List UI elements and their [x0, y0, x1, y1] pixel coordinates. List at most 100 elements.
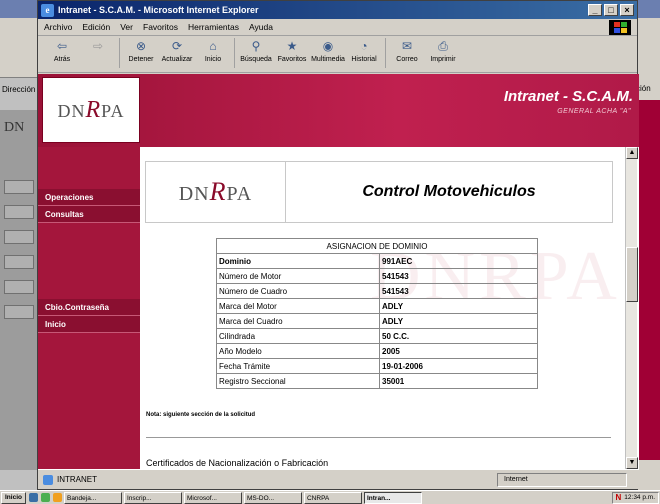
- sidebar-item-inicio[interactable]: Inicio: [38, 316, 140, 333]
- page-logo-text: DNRPA: [178, 177, 253, 206]
- stop-label: Detener: [128, 56, 154, 63]
- print-icon: ⎙: [438, 38, 448, 53]
- scroll-thumb[interactable]: [626, 247, 638, 302]
- row-value: 541543: [379, 268, 538, 284]
- search-button[interactable]: ⚲ Búsqueda: [238, 38, 274, 63]
- background-button: [4, 230, 34, 244]
- page-title-box: DNRPA Control Motovehiculos: [145, 161, 613, 223]
- start-button[interactable]: Inicio: [1, 491, 26, 504]
- quicklaunch-desktop-icon[interactable]: [40, 493, 50, 502]
- menu-ayuda[interactable]: Ayuda: [249, 22, 273, 32]
- page-content: DNRPA Intranet - S.C.A.M. GENERAL ACHA "…: [38, 74, 639, 469]
- dnrpa-logo[interactable]: DNRPA: [42, 77, 140, 143]
- stop-icon: ⊗: [135, 39, 147, 53]
- sidebar-item-consultas[interactable]: Consultas: [38, 206, 140, 223]
- row-value: ADLY: [379, 313, 538, 329]
- row-label: Marca del Cuadro: [216, 313, 380, 329]
- stop-button[interactable]: ⊗ Detener: [123, 38, 159, 63]
- row-value: 50 C.C.: [379, 328, 538, 344]
- row-label: Número de Motor: [216, 268, 380, 284]
- sidebar-item-cambio-contrasena[interactable]: Cbio.Contraseña: [38, 299, 140, 316]
- menu-herramientas[interactable]: Herramientas: [188, 22, 239, 32]
- home-icon: ⌂: [209, 39, 217, 53]
- taskbar-item[interactable]: Bandeja...: [63, 491, 122, 504]
- close-button[interactable]: ×: [620, 4, 634, 16]
- forward-icon: ⇨: [92, 39, 104, 53]
- quicklaunch-outlook-icon[interactable]: [52, 493, 62, 502]
- forward-button[interactable]: ⇨: [80, 38, 116, 56]
- status-left: INTRANET: [43, 474, 97, 485]
- status-bar: INTRANET Internet: [38, 469, 639, 489]
- menu-archivo[interactable]: Archivo: [44, 22, 72, 32]
- row-value: 991AEC: [379, 253, 538, 269]
- browser-window: e Intranet - S.C.A.M. - Microsoft Intern…: [37, 0, 639, 490]
- sidebar-item-operaciones[interactable]: Operaciones: [38, 189, 140, 206]
- divider: [146, 437, 611, 438]
- tray-n-icon[interactable]: N: [616, 493, 622, 502]
- back-button[interactable]: ⇦ Atrás: [44, 38, 80, 63]
- background-button: [4, 180, 34, 194]
- history-button[interactable]: ◔ Historial: [346, 38, 382, 63]
- background-button: [4, 255, 34, 269]
- row-value: ADLY: [379, 298, 538, 314]
- menu-favoritos[interactable]: Favoritos: [143, 22, 178, 32]
- media-button[interactable]: ◉ Multimedia: [310, 38, 346, 63]
- table-row: Número de Cuadro 541543: [216, 283, 538, 299]
- history-icon: ◔: [360, 39, 368, 53]
- print-button[interactable]: ⎙ Imprimir: [425, 38, 461, 64]
- search-icon: ⚲: [251, 39, 261, 53]
- quicklaunch-ie-icon[interactable]: [28, 493, 38, 502]
- maximize-button[interactable]: □: [604, 4, 618, 16]
- assignment-table: ASIGNACION DE DOMINIO Dominio 991AEC Núm…: [216, 238, 538, 389]
- favorites-label: Favoritos: [277, 56, 307, 63]
- mail-label: Correo: [396, 56, 418, 63]
- site-subtitle: GENERAL ACHA "A": [557, 108, 631, 115]
- refresh-icon: ⟳: [171, 39, 183, 53]
- media-icon: ◉: [322, 39, 334, 53]
- table-header-row: ASIGNACION DE DOMINIO: [216, 238, 538, 254]
- toolbar-separator: [385, 38, 386, 68]
- row-label: Dominio: [216, 253, 380, 269]
- search-label: Búsqueda: [240, 56, 272, 63]
- standard-toolbar: ⇦ Atrás ⇨ ⊗ Detener ⟳ Actualizar ⌂ Inici…: [38, 36, 637, 73]
- menu-ver[interactable]: Ver: [120, 22, 133, 32]
- window-titlebar[interactable]: e Intranet - S.C.A.M. - Microsoft Intern…: [38, 1, 637, 19]
- taskbar-item[interactable]: Microsof...: [183, 491, 242, 504]
- home-button[interactable]: ⌂ Inicio: [195, 38, 231, 63]
- minimize-button[interactable]: _: [588, 4, 602, 16]
- favorites-button[interactable]: ★ Favoritos: [274, 38, 310, 63]
- vertical-scrollbar[interactable]: ▲ ▼: [625, 147, 638, 469]
- background-window-left: Dirección DN: [0, 0, 40, 490]
- table-row: Registro Seccional 35001: [216, 373, 538, 389]
- taskbar-item[interactable]: MS-DO...: [243, 491, 302, 504]
- refresh-button[interactable]: ⟳ Actualizar: [159, 38, 195, 63]
- back-icon: ⇦: [56, 39, 68, 53]
- row-value: 2005: [379, 343, 538, 359]
- security-zone: Internet: [497, 473, 627, 487]
- media-label: Multimedia: [311, 56, 345, 63]
- background-button: [4, 205, 34, 219]
- mail-icon: ✉: [401, 39, 413, 53]
- taskbar-item-active[interactable]: Intran...: [363, 491, 422, 504]
- page-status-icon: [43, 474, 53, 485]
- scroll-up-icon[interactable]: ▲: [626, 147, 638, 159]
- taskbar-item[interactable]: Inscrip...: [123, 491, 182, 504]
- ie-logo-icon: e: [41, 3, 54, 17]
- scroll-down-icon[interactable]: ▼: [626, 457, 638, 469]
- page-logo: DNRPA: [146, 162, 286, 222]
- print-label: Imprimir: [430, 56, 456, 63]
- main-panel: DNRPA DNRPA Control Motovehiculos ASIGNA…: [140, 147, 625, 469]
- mail-button[interactable]: ✉ Correo: [389, 38, 425, 63]
- taskbar-item[interactable]: CNRPA: [303, 491, 362, 504]
- row-value: 35001: [379, 373, 538, 389]
- row-label: Fecha Trámite: [216, 358, 380, 374]
- table-row: Año Modelo 2005: [216, 343, 538, 359]
- background-titlebar: [0, 0, 39, 18]
- page-title: Control Motovehiculos: [362, 183, 536, 200]
- row-label: Registro Seccional: [216, 373, 380, 389]
- menu-edicion[interactable]: Edición: [82, 22, 110, 32]
- page-note: Nota: siguiente sección de la solicitud: [146, 412, 256, 418]
- row-label: Año Modelo: [216, 343, 380, 359]
- row-label: Cilindrada: [216, 328, 380, 344]
- table-header: ASIGNACION DE DOMINIO: [216, 238, 538, 254]
